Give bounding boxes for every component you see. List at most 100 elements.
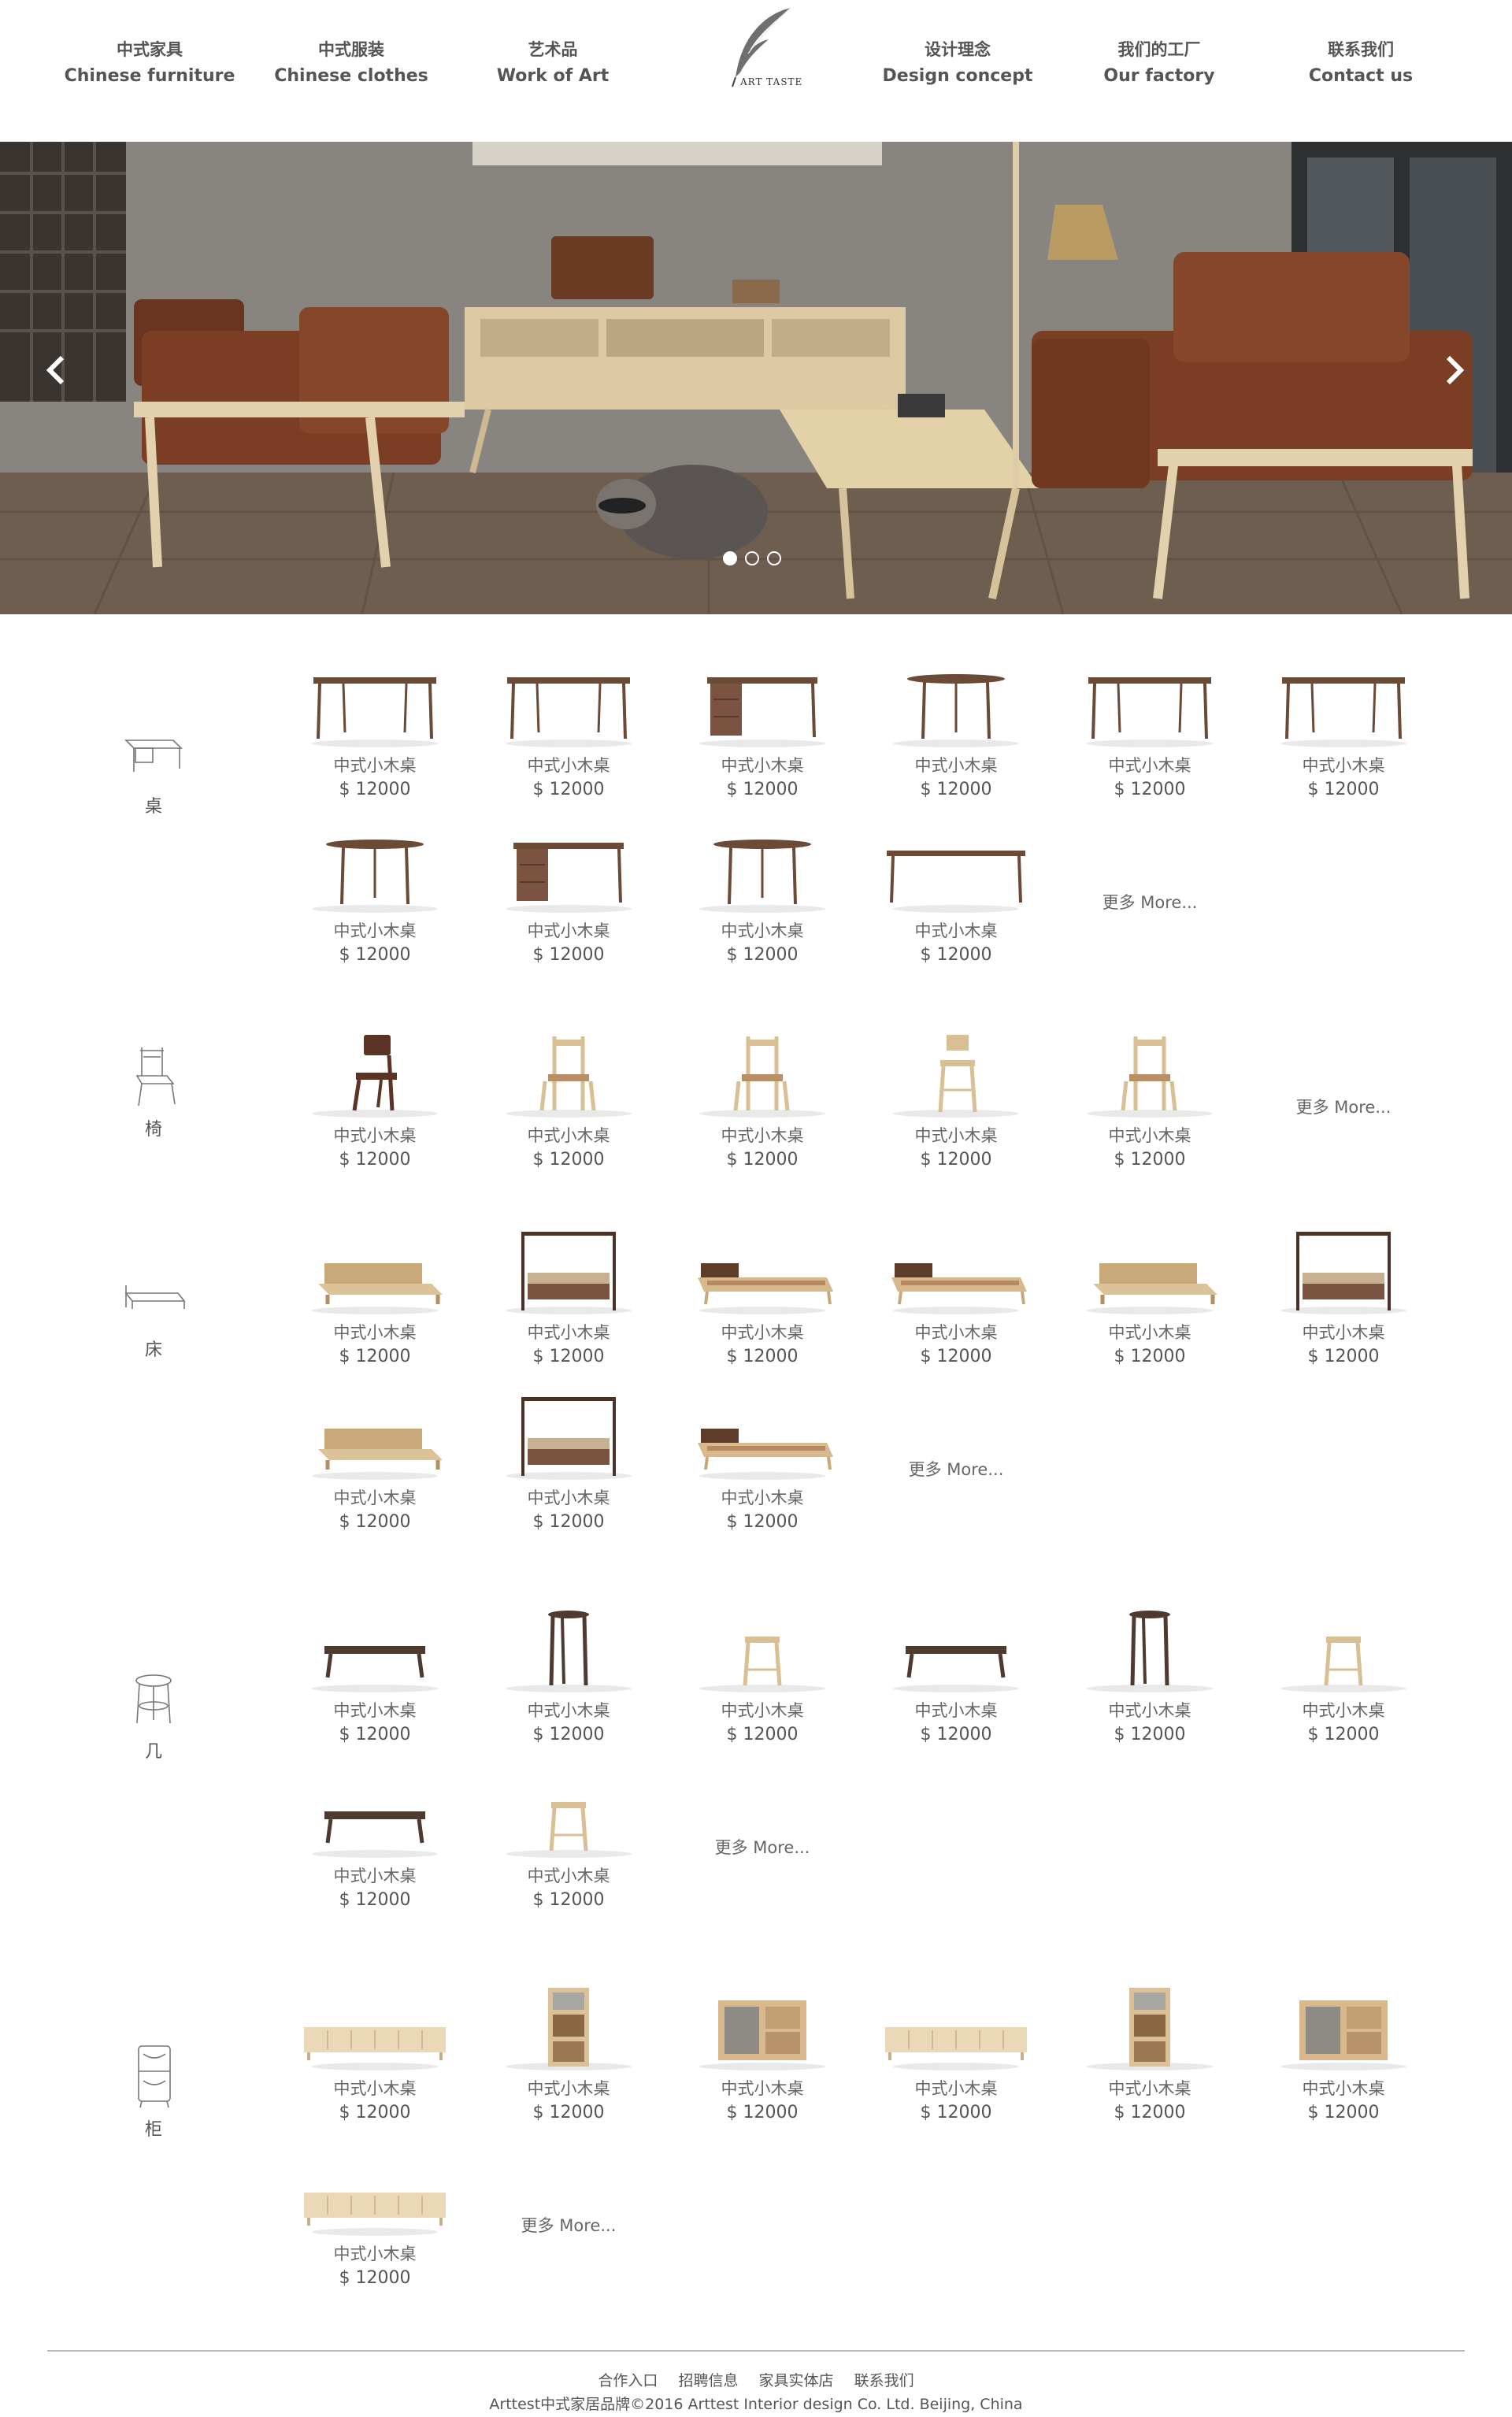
product-card[interactable]: 中式小木桌 $ 12000 [278, 1985, 472, 2122]
product-card[interactable]: 中式小木桌 $ 12000 [472, 1772, 665, 1910]
product-card[interactable]: 中式小木桌 $ 12000 [665, 1032, 859, 1170]
category-label: 椅 [144, 1120, 162, 1140]
product-name: 中式小木桌 [527, 756, 610, 775]
product-card[interactable]: 中式小木桌 $ 12000 [665, 1394, 859, 1532]
product-card[interactable]: 中式小木桌 $ 12000 [278, 1607, 472, 1744]
product-card[interactable]: 中式小木桌 $ 12000 [859, 1032, 1053, 1170]
nav-item-work-of-art[interactable]: 艺术品 Work of Art [458, 36, 647, 90]
nav-item-en-label: Our factory [1103, 66, 1215, 86]
product-name: 中式小木桌 [527, 1488, 610, 1507]
product-name: 中式小木桌 [721, 2079, 804, 2098]
product-thumbnail [1280, 2000, 1406, 2070]
product-price: $ 12000 [1307, 1347, 1380, 1366]
product-card[interactable]: 中式小木桌 $ 12000 [859, 1229, 1053, 1366]
nav-item-our-factory[interactable]: 我们的工厂 Our factory [1065, 36, 1254, 90]
footer-link-stores[interactable]: 家具实体店 [759, 2372, 834, 2389]
category-header[interactable]: 几 [110, 1662, 197, 1763]
product-card[interactable]: 中式小木桌 $ 12000 [665, 1229, 859, 1366]
more-link[interactable]: 更多 More... [665, 1835, 859, 1859]
product-price: $ 12000 [532, 1150, 605, 1170]
product-thumbnail [312, 1035, 438, 1118]
product-card[interactable]: 中式小木桌 $ 12000 [1053, 1032, 1247, 1170]
product-card[interactable]: 中式小木桌 $ 12000 [1247, 1229, 1440, 1366]
product-name: 中式小木桌 [1108, 756, 1191, 775]
category-header[interactable]: 床 [110, 1260, 197, 1361]
product-card[interactable]: 中式小木桌 $ 12000 [472, 1985, 665, 2122]
product-name: 中式小木桌 [914, 756, 998, 775]
product-card[interactable]: 中式小木桌 $ 12000 [1053, 1229, 1247, 1366]
more-link[interactable]: 更多 More... [472, 2213, 665, 2237]
slide-dot[interactable] [745, 551, 759, 565]
product-card[interactable]: 中式小木桌 $ 12000 [278, 827, 472, 965]
product-card[interactable]: 中式小木桌 $ 12000 [1053, 1985, 1247, 2122]
slide-dot[interactable] [767, 551, 781, 565]
product-thumbnail [887, 851, 1025, 913]
category-header[interactable]: 桌 [110, 717, 197, 817]
product-card[interactable]: 中式小木桌 $ 12000 [1053, 662, 1247, 799]
product-thumbnail [312, 840, 438, 913]
product-card[interactable]: 中式小木桌 $ 12000 [859, 662, 1053, 799]
product-price: $ 12000 [1114, 1347, 1186, 1366]
footer-link-contact[interactable]: 联系我们 [854, 2372, 914, 2389]
product-card[interactable]: 中式小木桌 $ 12000 [278, 662, 472, 799]
product-card[interactable]: 中式小木桌 $ 12000 [665, 662, 859, 799]
product-card[interactable]: 中式小木桌 $ 12000 [665, 827, 859, 965]
category-header[interactable]: 柜 [110, 2040, 197, 2141]
more-link[interactable]: 更多 More... [1053, 890, 1247, 914]
product-card[interactable]: 中式小木桌 $ 12000 [278, 1032, 472, 1170]
category-label: 桌 [144, 797, 162, 817]
product-thumbnail [699, 840, 825, 913]
category-header[interactable]: 椅 [110, 1040, 197, 1140]
product-thumbnail [891, 1263, 1027, 1314]
product-card[interactable]: 中式小木桌 $ 12000 [665, 1985, 859, 2122]
product-thumbnail [699, 1637, 825, 1692]
product-card[interactable]: 中式小木桌 $ 12000 [278, 2150, 472, 2288]
more-link[interactable]: 更多 More... [859, 1457, 1053, 1481]
product-card[interactable]: 中式小木桌 $ 12000 [278, 1772, 472, 1910]
nav-item-design-concept[interactable]: 设计理念 Design concept [863, 36, 1052, 90]
product-card[interactable]: 中式小木桌 $ 12000 [665, 1607, 859, 1744]
brand-logo[interactable]: ART TASTE [709, 5, 803, 91]
product-name: 中式小木桌 [1108, 1323, 1191, 1342]
nav-item-en-label: Contact us [1308, 66, 1414, 86]
product-card[interactable]: 中式小木桌 $ 12000 [859, 827, 1053, 965]
product-thumbnail [1280, 677, 1406, 747]
product-card[interactable]: 中式小木桌 $ 12000 [1247, 662, 1440, 799]
product-card[interactable]: 中式小木桌 $ 12000 [859, 1607, 1053, 1744]
product-card[interactable]: 中式小木桌 $ 12000 [278, 1394, 472, 1532]
product-name: 中式小木桌 [914, 1126, 998, 1145]
table-sketch-icon [124, 740, 183, 772]
product-card[interactable]: 中式小木桌 $ 12000 [278, 1229, 472, 1366]
product-card[interactable]: 中式小木桌 $ 12000 [1053, 1607, 1247, 1744]
more-link[interactable]: 更多 More... [1247, 1095, 1440, 1118]
product-card[interactable]: 中式小木桌 $ 12000 [1247, 1985, 1440, 2122]
nav-item-chinese-clothes[interactable]: 中式服装 Chinese clothes [257, 36, 446, 90]
footer-link-recruitment[interactable]: 招聘信息 [678, 2372, 738, 2389]
product-card[interactable]: 中式小木桌 $ 12000 [472, 1607, 665, 1744]
prev-slide-button[interactable] [33, 347, 80, 394]
product-card[interactable]: 中式小木桌 $ 12000 [472, 1229, 665, 1366]
product-price: $ 12000 [726, 1150, 799, 1170]
footer-link-cooperation[interactable]: 合作入口 [598, 2372, 658, 2389]
nav-item-zh-label: 艺术品 [528, 40, 578, 59]
product-price: $ 12000 [1307, 2103, 1380, 2122]
product-price: $ 12000 [339, 780, 411, 799]
product-thumbnail [506, 1988, 632, 2070]
product-card[interactable]: 中式小木桌 $ 12000 [472, 662, 665, 799]
product-thumbnail [698, 1263, 833, 1314]
nav-item-chinese-furniture[interactable]: 中式家具 Chinese furniture [55, 36, 244, 90]
product-price: $ 12000 [726, 1347, 799, 1366]
product-card[interactable]: 中式小木桌 $ 12000 [472, 827, 665, 965]
nav-item-contact-us[interactable]: 联系我们 Contact us [1266, 36, 1455, 90]
product-card[interactable]: 中式小木桌 $ 12000 [859, 1985, 1053, 2122]
nav-item-en-label: Design concept [882, 66, 1033, 86]
footer-divider [47, 2350, 1465, 2352]
product-thumbnail [1087, 1263, 1217, 1314]
slide-dot[interactable] [723, 551, 737, 565]
product-thumbnail [312, 677, 438, 747]
logo-text: ART TASTE [739, 76, 802, 87]
next-slide-button[interactable] [1430, 347, 1477, 394]
product-card[interactable]: 中式小木桌 $ 12000 [1247, 1607, 1440, 1744]
product-card[interactable]: 中式小木桌 $ 12000 [472, 1032, 665, 1170]
product-card[interactable]: 中式小木桌 $ 12000 [472, 1394, 665, 1532]
